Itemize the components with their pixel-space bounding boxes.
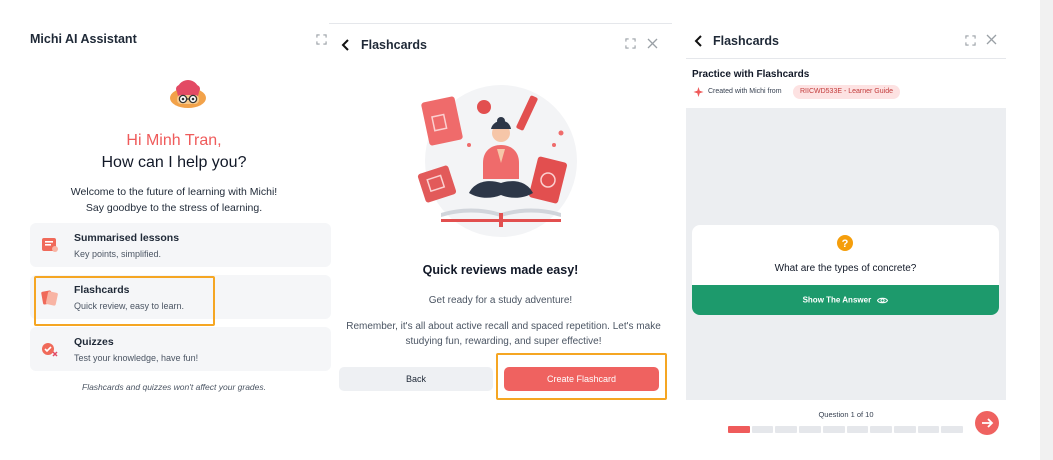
option-quizzes[interactable]: Quizzes Test your knowledge, have fun! <box>30 327 331 371</box>
created-with-text: Created with Michi from <box>708 88 782 95</box>
highlight-box-create <box>496 353 667 400</box>
welcome-line-1: Welcome to the future of learning with M… <box>70 186 278 198</box>
back-button[interactable]: Back <box>339 367 493 391</box>
flashcard-question: What are the types of concrete? <box>774 263 917 274</box>
chevron-left-icon[interactable] <box>694 35 704 47</box>
intro-description: Remember, it's all about active recall a… <box>346 321 661 347</box>
show-answer-button[interactable]: Show The Answer <box>692 285 999 315</box>
progress-segment <box>728 426 750 433</box>
sparkle-icon <box>693 87 704 98</box>
flashcard[interactable]: ? What are the types of concrete? Show T… <box>692 225 999 315</box>
question-icon: ? <box>837 235 853 251</box>
assistant-panel: Michi AI Assistant Hi Minh Tran, How can… <box>14 18 334 438</box>
intro-subheading: Get ready for a study adventure! <box>428 295 573 306</box>
progress-segment <box>799 426 821 433</box>
progress-segment <box>751 426 774 433</box>
option-subtitle: Test your knowledge, have fun! <box>74 353 199 363</box>
welcome-line-2: Say goodbye to the stress of learning. <box>85 202 263 214</box>
greeting: Hi Minh Tran, <box>126 132 222 149</box>
chevron-left-icon[interactable] <box>341 39 351 51</box>
flashcards-intro-panel: Flashcards Quick reviews made easy! Get … <box>329 23 672 413</box>
expand-icon[interactable] <box>965 35 976 46</box>
progress-segment <box>941 426 964 433</box>
panel-title: Flashcards <box>713 34 780 48</box>
question-counter: Question 1 of 10 <box>818 410 874 419</box>
practice-title: Practice with Flashcards <box>692 69 810 80</box>
progress-segment <box>822 426 845 433</box>
progress-segment <box>775 426 798 433</box>
option-subtitle: Key points, simplified. <box>74 249 162 259</box>
option-title: Quizzes <box>74 336 114 348</box>
progress-segment <box>870 426 892 433</box>
option-title: Summarised lessons <box>74 232 180 244</box>
greeting-question: How can I help you? <box>101 154 247 171</box>
eye-icon <box>877 295 889 304</box>
question-progress-bar <box>728 426 964 433</box>
expand-icon[interactable] <box>625 38 636 49</box>
panel-title: Michi AI Assistant <box>30 32 137 46</box>
option-summarised-lessons[interactable]: Summarised lessons Key points, simplifie… <box>30 223 331 267</box>
svg-text:?: ? <box>842 238 849 250</box>
michi-mascot-icon <box>168 78 208 112</box>
progress-segment <box>917 426 940 433</box>
expand-icon[interactable] <box>316 34 327 45</box>
progress-segment <box>846 426 869 433</box>
progress-segment <box>893 426 916 433</box>
divider <box>686 58 1006 59</box>
meditation-illustration <box>411 85 581 245</box>
quiz-icon <box>41 341 59 357</box>
highlight-box-flashcards <box>34 276 215 326</box>
welcome-text: Welcome to the future of learning with M… <box>14 184 334 216</box>
arrow-right-icon <box>975 411 999 435</box>
show-answer-label: Show The Answer <box>802 295 872 305</box>
source-badge[interactable]: RIICWD533E - Learner Guide <box>793 85 900 99</box>
panel-title: Flashcards <box>361 38 428 52</box>
close-icon[interactable] <box>647 38 658 49</box>
flashcard-practice-panel: Flashcards Practice with Flashcards Crea… <box>686 22 1006 442</box>
disclaimer-text: Flashcards and quizzes won't affect your… <box>82 382 266 392</box>
close-icon[interactable] <box>986 34 997 45</box>
next-question-button[interactable] <box>975 411 999 435</box>
page-scrollbar[interactable] <box>1040 0 1053 460</box>
intro-heading: Quick reviews made easy! <box>422 263 579 277</box>
divider <box>329 23 672 24</box>
summary-icon <box>41 237 59 253</box>
